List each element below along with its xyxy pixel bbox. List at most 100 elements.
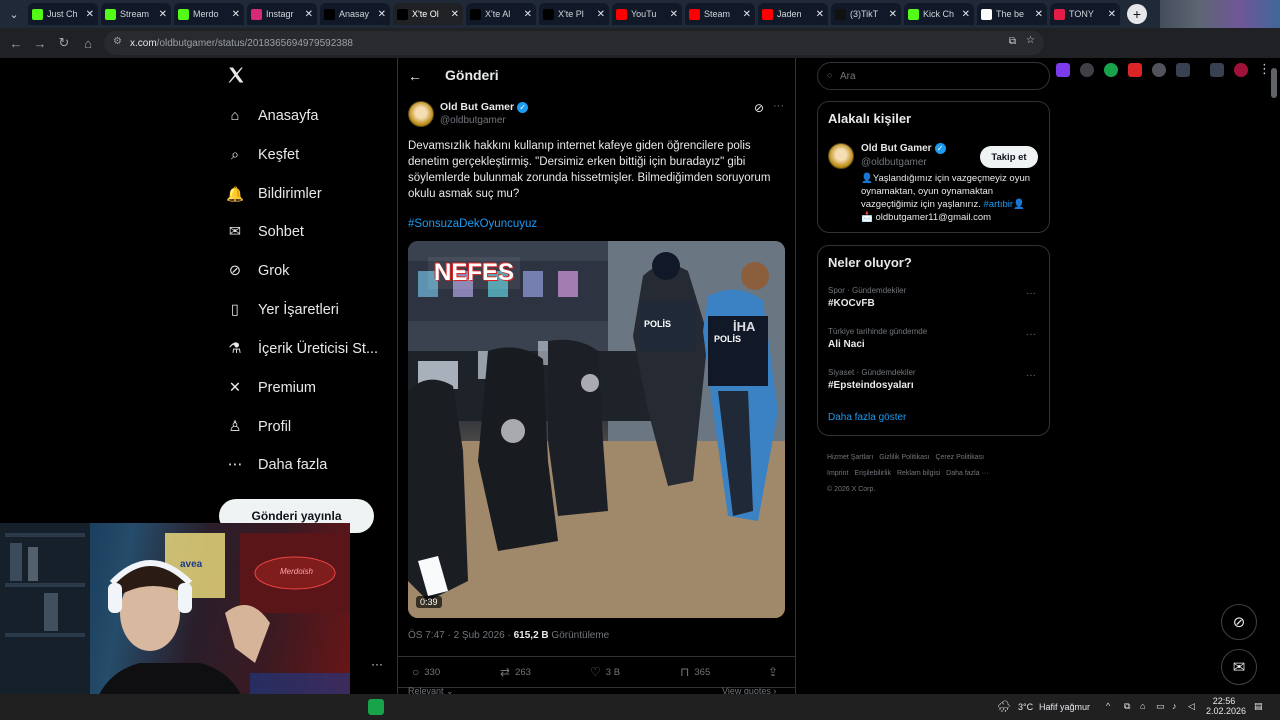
site-info-icon[interactable]: ⚙ xyxy=(113,36,122,47)
close-icon[interactable]: ✕ xyxy=(86,9,94,20)
browser-tab[interactable]: Anasay ✕ xyxy=(320,3,390,25)
nav-item[interactable]: ♙ Profil xyxy=(226,412,292,442)
trend-more-icon[interactable]: ··· xyxy=(1026,329,1036,340)
nav-item[interactable]: ▯ Yer İşaretleri xyxy=(226,295,339,325)
browser-tab[interactable]: Instagr ✕ xyxy=(247,3,317,25)
close-icon[interactable]: ✕ xyxy=(1035,9,1043,20)
tray-icon[interactable]: ⌂ xyxy=(1140,701,1145,711)
nav-item[interactable]: ⚗ İçerik Üreticisi St... xyxy=(226,334,379,364)
trend-name[interactable]: #KOCvFB xyxy=(828,298,875,309)
close-icon[interactable]: ✕ xyxy=(451,9,459,20)
nav-item[interactable]: ⋯ Daha fazla xyxy=(226,450,328,480)
post-more-icon[interactable]: ··· xyxy=(773,100,784,112)
share-button[interactable]: ⇪ xyxy=(768,665,783,679)
nav-item[interactable]: ⊘ Grok xyxy=(226,256,290,286)
browser-tab[interactable]: TONY ✕ xyxy=(1050,3,1120,25)
repost-button[interactable]: ⇄ 263 xyxy=(500,665,531,679)
footer-link[interactable]: Imprint xyxy=(827,470,848,477)
extension-icon[interactable] xyxy=(1056,63,1070,77)
trend-name[interactable]: #Epsteindosyaları xyxy=(828,380,914,391)
close-icon[interactable]: ✕ xyxy=(670,9,678,20)
bookmark-button[interactable]: ⊓ 365 xyxy=(680,665,710,679)
weather-icon[interactable]: 🌧 xyxy=(997,700,1011,713)
related-handle[interactable]: @oldbutgamer xyxy=(861,157,927,168)
follow-button[interactable]: Takip et xyxy=(980,146,1038,168)
tray-icon[interactable]: ⧉ xyxy=(1124,701,1130,712)
related-avatar[interactable] xyxy=(828,143,854,169)
x-logo-icon[interactable] xyxy=(227,66,245,90)
show-more-link[interactable]: Daha fazla göster xyxy=(828,412,906,423)
extension-icon[interactable] xyxy=(1152,63,1166,77)
browser-tab[interactable]: Stream ✕ xyxy=(101,3,171,25)
scrollbar-thumb[interactable] xyxy=(1271,68,1277,98)
browser-tab[interactable]: Just Ch ✕ xyxy=(28,3,98,25)
nav-item[interactable]: ✉ Sohbet xyxy=(226,217,304,247)
bio-hashtag[interactable]: #artıbir xyxy=(984,199,1014,210)
nav-item[interactable]: ⌕ Keşfet xyxy=(226,140,299,170)
new-tab-button[interactable]: + xyxy=(1127,4,1147,24)
browser-tab[interactable]: YouTu ✕ xyxy=(612,3,682,25)
like-button[interactable]: ♡ 3 B xyxy=(590,665,620,679)
speaker-icon[interactable]: ♪ xyxy=(1172,701,1177,711)
close-icon[interactable]: ✕ xyxy=(232,9,240,20)
nav-item[interactable]: ✕ Premium xyxy=(226,373,316,403)
post-video[interactable]: NEFES İHA POLİS POLİS 0:39 xyxy=(408,241,785,618)
nav-item[interactable]: 🔔 Bildirimler xyxy=(226,179,322,209)
close-icon[interactable]: ✕ xyxy=(524,9,532,20)
notification-icon[interactable]: ▤ xyxy=(1254,701,1263,712)
install-icon[interactable]: ⧉ xyxy=(1009,36,1016,47)
footer-link[interactable]: Gizlilik Politikası xyxy=(879,454,929,461)
clock[interactable]: 22:56 2.02.2026 xyxy=(1206,696,1246,716)
grok-fab-icon[interactable]: ⊘ xyxy=(1221,604,1257,640)
author-handle[interactable]: @oldbutgamer xyxy=(440,115,506,126)
close-icon[interactable]: ✕ xyxy=(889,9,897,20)
address-bar[interactable]: ⚙ x.com/oldbutgamer/status/2018365694979… xyxy=(104,31,1044,55)
back-arrow-icon[interactable]: ← xyxy=(4,36,28,51)
post-hashtag[interactable]: #SonsuzaDekOyuncuyuz xyxy=(408,218,537,230)
extension-icon[interactable] xyxy=(1080,63,1094,77)
close-icon[interactable]: ✕ xyxy=(962,9,970,20)
star-icon[interactable]: ☆ xyxy=(1026,35,1035,46)
browser-tab[interactable]: Jaden ✕ xyxy=(758,3,828,25)
grok-icon[interactable]: ⊘ xyxy=(754,101,764,115)
extension-icon[interactable] xyxy=(1128,63,1142,77)
reply-button[interactable]: ○ 330 xyxy=(412,665,440,679)
browser-tab[interactable]: (3)TikT ✕ xyxy=(831,3,901,25)
back-arrow-icon[interactable]: ← xyxy=(408,68,422,84)
profile-avatar[interactable] xyxy=(1234,63,1248,77)
browser-tab[interactable]: X'te Ol ✕ xyxy=(393,3,463,25)
browser-tab[interactable]: Steam ✕ xyxy=(685,3,755,25)
page-scrollbar[interactable] xyxy=(1270,60,1278,695)
extension-icon[interactable] xyxy=(1104,63,1118,77)
nav-item[interactable]: ⌂ Anasayfa xyxy=(226,101,319,131)
browser-tab[interactable]: X'te Al ✕ xyxy=(466,3,536,25)
tab-search-button[interactable]: ⌄ xyxy=(4,4,24,24)
author-name-row[interactable]: Old But Gamer ✓ xyxy=(440,101,529,113)
browser-tab[interactable]: Kick Ch ✕ xyxy=(904,3,974,25)
reload-icon[interactable]: ↻ xyxy=(52,35,76,51)
puzzle-icon[interactable] xyxy=(1176,63,1190,77)
close-icon[interactable]: ✕ xyxy=(816,9,824,20)
browser-tab[interactable]: The be ✕ xyxy=(977,3,1047,25)
post-time[interactable]: ÖS 7:47 · 2 Şub 2026 · xyxy=(408,630,514,641)
close-icon[interactable]: ✕ xyxy=(378,9,386,20)
network-icon[interactable]: ▭ xyxy=(1156,701,1165,712)
home-icon[interactable]: ⌂ xyxy=(76,36,100,51)
footer-link[interactable]: Çerez Politikası xyxy=(935,454,984,461)
forward-arrow-icon[interactable]: → xyxy=(28,36,52,51)
close-icon[interactable]: ✕ xyxy=(159,9,167,20)
tray-chevron-icon[interactable]: ^ xyxy=(1106,701,1110,711)
search-input[interactable]: ○ Ara xyxy=(817,62,1050,90)
close-icon[interactable]: ✕ xyxy=(305,9,313,20)
close-icon[interactable]: ✕ xyxy=(1108,9,1116,20)
account-more-icon[interactable]: ··· xyxy=(371,657,383,671)
browser-tab[interactable]: Merdo ✕ xyxy=(174,3,244,25)
browser-tab[interactable]: X'te Pl ✕ xyxy=(539,3,609,25)
related-name-row[interactable]: Old But Gamer ✓ xyxy=(861,143,946,154)
footer-link[interactable]: Erişilebilirlik xyxy=(854,470,891,477)
messages-fab-icon[interactable]: ✉ xyxy=(1221,649,1257,685)
footer-link[interactable]: Reklam bilgisi xyxy=(897,470,940,477)
footer-link[interactable]: Hizmet Şartları xyxy=(827,454,873,461)
trend-more-icon[interactable]: ··· xyxy=(1026,370,1036,381)
close-icon[interactable]: ✕ xyxy=(743,9,751,20)
